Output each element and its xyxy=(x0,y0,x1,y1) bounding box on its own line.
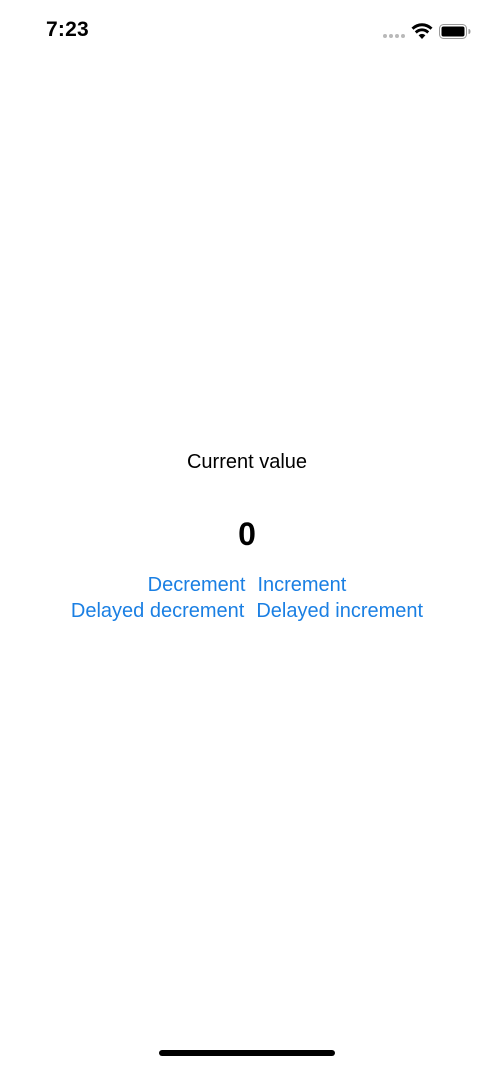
button-row-delayed: Delayed decrement Delayed increment xyxy=(0,598,494,624)
delayed-decrement-button[interactable]: Delayed decrement xyxy=(71,598,244,624)
status-time: 7:23 xyxy=(46,18,89,41)
button-row-immediate: Decrement Increment xyxy=(0,572,494,598)
decrement-button[interactable]: Decrement xyxy=(148,572,246,598)
home-indicator[interactable] xyxy=(159,1050,335,1056)
status-bar: 7:23 xyxy=(0,0,494,64)
current-value-label: Current value xyxy=(186,451,308,473)
signal-icon xyxy=(383,34,405,40)
wifi-icon xyxy=(411,23,433,39)
counter-panel: Current value 0 Decrement Increment Dela… xyxy=(0,448,494,624)
delayed-increment-button[interactable]: Delayed increment xyxy=(256,598,423,624)
current-value: 0 xyxy=(238,516,256,552)
increment-button[interactable]: Increment xyxy=(257,572,346,598)
battery-icon xyxy=(439,24,471,39)
